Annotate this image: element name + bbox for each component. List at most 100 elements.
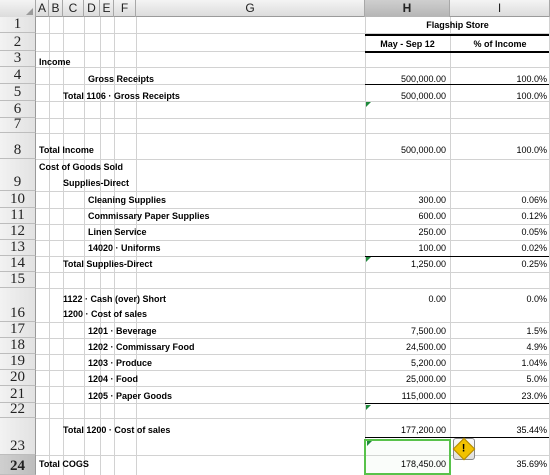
gridline — [36, 67, 550, 68]
percent-total-income[interactable]: 100.0% — [450, 145, 547, 156]
column-header-d[interactable]: D — [84, 0, 100, 17]
row-header-8[interactable]: 8 — [0, 133, 36, 159]
column-header-e[interactable]: E — [100, 0, 114, 17]
percent-total-cogs[interactable]: 35.69% — [450, 459, 547, 470]
column-header-c[interactable]: C — [63, 0, 84, 17]
value-total-cogs[interactable]: 178,450.00 — [365, 459, 446, 470]
value-total-income[interactable]: 500,000.00 — [365, 145, 446, 156]
subtotal-underline — [450, 256, 549, 257]
label-produce[interactable]: 1203 · Produce — [88, 358, 152, 369]
column-header-a[interactable]: A — [36, 0, 49, 17]
value-paper-goods[interactable]: 115,000.00 — [365, 391, 446, 402]
row-header-16[interactable]: 16 — [0, 288, 36, 322]
value-linen-service[interactable]: 250.00 — [365, 227, 446, 238]
percent-cash-short[interactable]: 0.0% — [450, 294, 547, 305]
label-supplies-direct[interactable]: Supplies-Direct — [63, 178, 129, 189]
value-total-1106[interactable]: 500,000.00 — [365, 91, 446, 102]
gridline — [36, 118, 550, 119]
percent-total-supplies[interactable]: 0.25% — [450, 259, 547, 270]
gridline — [36, 418, 550, 419]
label-total-supplies[interactable]: Total Supplies-Direct — [63, 259, 152, 270]
sheet-grid[interactable]: Flagship Store May - Sep 12 % of Income … — [36, 17, 550, 475]
row-header-5[interactable]: 5 — [0, 84, 36, 101]
label-cleaning-supplies[interactable]: Cleaning Supplies — [88, 195, 166, 206]
column-header-i[interactable]: I — [450, 0, 550, 17]
warning-diamond-icon[interactable]: ! — [452, 437, 476, 461]
percent-uniforms[interactable]: 0.02% — [450, 243, 547, 254]
value-cleaning-supplies[interactable]: 300.00 — [365, 195, 446, 206]
row-header-7[interactable]: 7 — [0, 116, 36, 133]
row-header-11[interactable]: 11 — [0, 207, 36, 224]
value-commissary-paper[interactable]: 600.00 — [365, 211, 446, 222]
label-gross-receipts[interactable]: Gross Receipts — [88, 74, 154, 85]
percent-commissary-paper[interactable]: 0.12% — [450, 211, 547, 222]
label-cogs[interactable]: Cost of Goods Sold — [39, 162, 123, 173]
label-income[interactable]: Income — [39, 57, 71, 68]
row-header-20[interactable]: 20 — [0, 369, 36, 386]
gridline — [36, 208, 550, 209]
label-total-cogs[interactable]: Total COGS — [39, 459, 89, 470]
select-all-corner[interactable] — [0, 0, 36, 17]
value-total-supplies[interactable]: 1,250.00 — [365, 259, 446, 270]
label-total-1106[interactable]: Total 1106 · Gross Receipts — [63, 91, 180, 102]
row-header-18[interactable]: 18 — [0, 337, 36, 354]
value-food[interactable]: 25,000.00 — [365, 374, 446, 385]
value-uniforms[interactable]: 100.00 — [365, 243, 446, 254]
row-header-13[interactable]: 13 — [0, 239, 36, 256]
gridline — [36, 354, 550, 355]
label-beverage[interactable]: 1201 · Beverage — [88, 326, 157, 337]
column-header-h[interactable]: H — [365, 0, 450, 17]
row-header-14[interactable]: 14 — [0, 255, 36, 272]
label-total-1200[interactable]: Total 1200 · Cost of sales — [63, 425, 170, 436]
gridline — [36, 133, 550, 134]
label-commissary-food[interactable]: 1202 · Commissary Food — [88, 342, 195, 353]
percent-beverage[interactable]: 1.5% — [450, 326, 547, 337]
percent-total-1200[interactable]: 35.44% — [450, 425, 547, 436]
value-produce[interactable]: 5,200.00 — [365, 358, 446, 369]
row-header-15[interactable]: 15 — [0, 271, 36, 288]
row-header-9[interactable]: 9 — [0, 159, 36, 191]
error-indicator-triangle — [366, 257, 371, 262]
percent-commissary-food[interactable]: 4.9% — [450, 342, 547, 353]
value-beverage[interactable]: 7,500.00 — [365, 326, 446, 337]
row-header-23[interactable]: 23 — [0, 418, 36, 455]
label-total-income[interactable]: Total Income — [39, 145, 94, 156]
column-header-g[interactable]: G — [136, 0, 365, 17]
value-commissary-food[interactable]: 24,500.00 — [365, 342, 446, 353]
percent-food[interactable]: 5.0% — [450, 374, 547, 385]
percent-produce[interactable]: 1.04% — [450, 358, 547, 369]
row-header-24[interactable]: 24 — [0, 455, 36, 475]
value-cash-short[interactable]: 0.00 — [365, 294, 446, 305]
label-commissary-paper[interactable]: Commissary Paper Supplies — [88, 211, 210, 222]
column-header-f[interactable]: F — [114, 0, 136, 17]
percent-linen-service[interactable]: 0.05% — [450, 227, 547, 238]
subtotal-underline — [450, 403, 549, 404]
row-header-22[interactable]: 22 — [0, 401, 36, 418]
store-header: Flagship Store — [426, 20, 489, 30]
gridline — [36, 159, 550, 160]
gridline — [36, 370, 550, 371]
label-cost-of-sales[interactable]: 1200 · Cost of sales — [63, 309, 147, 320]
percent-total-1106[interactable]: 100.0% — [450, 91, 547, 102]
row-header-1[interactable]: 1 — [0, 16, 36, 33]
percent-paper-goods[interactable]: 23.0% — [450, 391, 547, 402]
row-header-19[interactable]: 19 — [0, 353, 36, 370]
row-header-3[interactable]: 3 — [0, 50, 36, 67]
label-food[interactable]: 1204 · Food — [88, 374, 138, 385]
column-header-bar: A B C D E F G H I — [0, 0, 550, 17]
gridline — [36, 224, 550, 225]
value-total-1200[interactable]: 177,200.00 — [365, 425, 446, 436]
row-header-2[interactable]: 2 — [0, 33, 36, 51]
label-paper-goods[interactable]: 1205 · Paper Goods — [88, 391, 172, 402]
percent-cleaning-supplies[interactable]: 0.06% — [450, 195, 547, 206]
label-cash-short[interactable]: 1122 · Cash (over) Short — [63, 294, 166, 305]
label-linen-service[interactable]: Linen Service — [88, 227, 147, 238]
column-header-b[interactable]: B — [49, 0, 63, 17]
row-header-4[interactable]: 4 — [0, 67, 36, 84]
subtotal-underline — [365, 256, 450, 257]
row-header-10[interactable]: 10 — [0, 191, 36, 208]
label-uniforms[interactable]: 14020 · Uniforms — [88, 243, 161, 254]
row-header-12[interactable]: 12 — [0, 223, 36, 240]
error-indicator-triangle — [367, 441, 372, 446]
row-header-17[interactable]: 17 — [0, 321, 36, 338]
